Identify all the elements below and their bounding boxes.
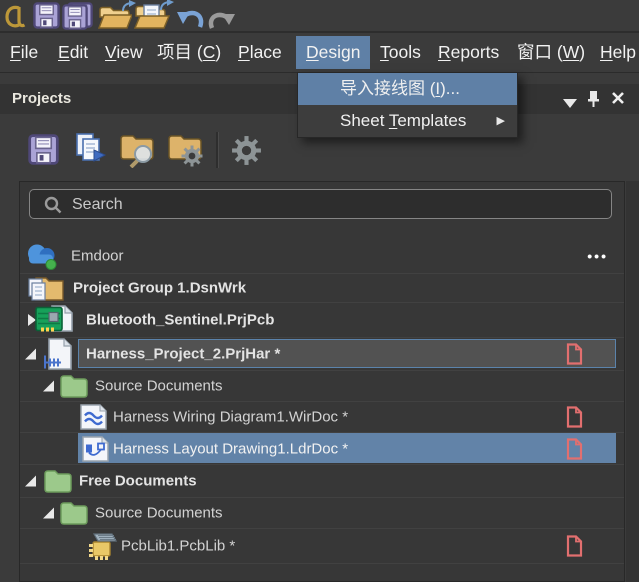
open-document-button[interactable] — [134, 1, 170, 35]
tree-row-pcblib[interactable]: PcbLib1.PcbLib * — [20, 529, 624, 564]
modified-doc-icon — [566, 406, 583, 428]
toolbar-divider — [216, 132, 219, 168]
undo-button[interactable] — [174, 3, 206, 34]
menubar: File Edit View 项目 (C) Place Design Tools… — [0, 33, 639, 73]
folder-icon — [59, 500, 89, 526]
tree-row-bluetooth-sentinel[interactable]: Bluetooth_Sentinel.PrjPcb — [20, 303, 624, 338]
folder-icon — [59, 373, 89, 399]
cloud-server-icon — [24, 241, 59, 270]
menu-place[interactable]: Place — [234, 36, 286, 69]
altium-logo-glyph — [4, 4, 26, 28]
folder-settings-button[interactable] — [166, 132, 208, 173]
open-arrow-glyph — [160, 0, 174, 11]
menu-file[interactable]: File — [6, 36, 42, 69]
expand-arrow-icon[interactable] — [25, 349, 36, 360]
modified-doc-icon — [566, 343, 583, 365]
server-actions-button[interactable]: ••• — [587, 248, 608, 264]
quick-access-toolbar — [0, 0, 639, 31]
search-folder-button[interactable] — [118, 132, 158, 173]
panel-pin-button[interactable] — [586, 90, 601, 112]
chevron-down-icon — [563, 99, 577, 108]
menu-window[interactable]: 窗口 (W) — [513, 36, 589, 69]
search-box[interactable] — [29, 189, 612, 219]
compile-documents-icon — [74, 132, 108, 166]
tree-row-project-group[interactable]: Project Group 1.DsnWrk — [20, 274, 624, 303]
undo-icon — [174, 3, 206, 29]
tree-row-free-documents[interactable]: Free Documents — [20, 465, 624, 498]
tree-row-label: Source Documents — [95, 505, 223, 522]
save-project-button[interactable] — [28, 134, 59, 170]
harness-project-icon — [42, 338, 73, 371]
panel-close-button[interactable] — [611, 91, 625, 110]
panel-title: Projects — [12, 84, 71, 114]
menu-reports[interactable]: Reports — [434, 36, 503, 69]
tree-row-layout-drawing[interactable]: Harness Layout Drawing1.LdrDoc * — [20, 433, 624, 465]
modified-doc-icon — [566, 535, 583, 557]
tree-row-source-documents-1[interactable]: Source Documents — [20, 371, 624, 402]
tree-row-label: Harness Wiring Diagram1.WirDoc * — [113, 409, 348, 426]
save-icon — [28, 134, 59, 165]
folder-icon — [43, 468, 73, 495]
design-dropdown-menu: 导入接线图 (I)... Sheet Templates ▶ — [297, 72, 518, 138]
menu-help[interactable]: Help — [596, 36, 639, 69]
tree-row-label: Source Documents — [95, 378, 223, 395]
projects-tree: Emdoor ••• Project Group 1.DsnWrk Blueto… — [19, 181, 625, 582]
expand-arrow-icon[interactable] — [43, 381, 54, 392]
search-folder-icon — [118, 132, 158, 168]
search-icon — [44, 196, 62, 219]
expand-arrow-icon[interactable] — [43, 508, 54, 519]
menu-project[interactable]: 项目 (C) — [153, 36, 225, 69]
pcb-library-icon — [85, 530, 117, 562]
tree-row-label: Bluetooth_Sentinel.PrjPcb — [86, 312, 274, 329]
compile-documents-button[interactable] — [74, 132, 108, 171]
menu-item-sheet-templates[interactable]: Sheet Templates ▶ — [298, 105, 517, 137]
server-name: Emdoor — [71, 247, 124, 264]
tree-row-harness-project[interactable]: Harness_Project_2.PrjHar * — [20, 338, 624, 371]
pin-icon — [586, 90, 601, 107]
tree-row-label: Free Documents — [79, 473, 197, 490]
search-input[interactable] — [70, 191, 594, 219]
project-group-icon — [27, 274, 65, 302]
menu-view[interactable]: View — [101, 36, 147, 69]
panel-right-gutter — [626, 181, 639, 582]
tree-row-wiring-diagram[interactable]: Harness Wiring Diagram1.WirDoc * — [20, 402, 624, 433]
pcb-project-icon — [34, 304, 74, 337]
submenu-arrow-icon: ▶ — [497, 105, 505, 137]
save-icon — [33, 2, 60, 29]
tree-row-emdoor[interactable]: Emdoor ••• — [20, 238, 624, 274]
redo-button[interactable] — [206, 5, 238, 34]
tree-row-label: Harness Layout Drawing1.LdrDoc * — [113, 440, 348, 457]
settings-gear-icon — [230, 134, 263, 167]
panel-menu-button[interactable] — [563, 95, 577, 113]
menu-edit[interactable]: Edit — [54, 36, 92, 69]
wiring-document-icon — [79, 404, 108, 431]
folder-settings-icon — [166, 132, 208, 168]
modified-doc-icon — [566, 438, 583, 460]
menu-tools[interactable]: Tools — [376, 36, 425, 69]
tree-row-label: PcbLib1.PcbLib * — [121, 538, 235, 555]
tree-row-label: Project Group 1.DsnWrk — [73, 280, 246, 297]
redo-icon — [206, 5, 238, 29]
settings-button[interactable] — [230, 134, 263, 172]
expand-arrow-icon[interactable] — [25, 476, 36, 487]
save-button[interactable] — [33, 2, 60, 34]
layout-document-icon — [81, 435, 110, 462]
menu-design[interactable]: Design — [296, 36, 370, 69]
menu-item-import-wiring-diagram[interactable]: 导入接线图 (I)... — [298, 73, 517, 105]
altium-logo-icon[interactable] — [4, 4, 26, 33]
tree-row-source-documents-2[interactable]: Source Documents — [20, 498, 624, 529]
close-icon — [611, 91, 625, 105]
save-all-icon — [62, 2, 95, 30]
tree-row-label: Harness_Project_2.PrjHar * — [86, 346, 280, 363]
